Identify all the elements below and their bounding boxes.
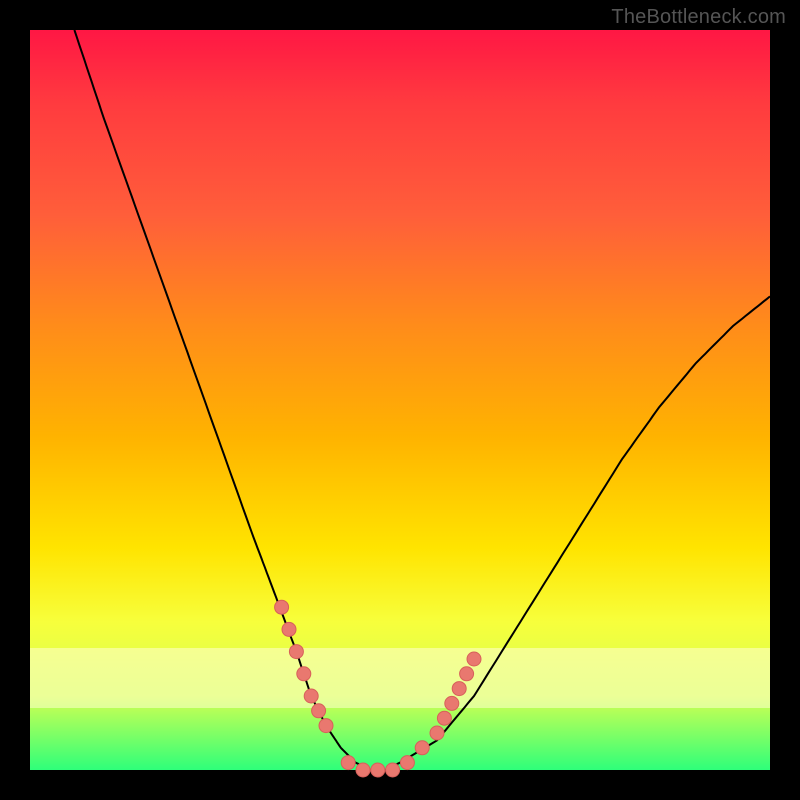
data-marker [467,652,481,666]
data-marker [437,711,451,725]
data-marker [371,763,385,777]
data-marker [319,719,333,733]
data-marker [304,689,318,703]
data-marker [460,667,474,681]
data-marker [415,741,429,755]
data-marker [356,763,370,777]
marker-group [275,600,481,777]
data-marker [297,667,311,681]
bottleneck-curve [74,30,770,770]
curve-layer [30,30,770,770]
data-marker [341,756,355,770]
chart-stage: TheBottleneck.com [0,0,800,800]
data-marker [275,600,289,614]
data-marker [400,756,414,770]
data-marker [312,704,326,718]
plot-area [30,30,770,770]
data-marker [289,645,303,659]
data-marker [430,726,444,740]
watermark-text: TheBottleneck.com [611,6,786,29]
data-marker [452,682,466,696]
data-marker [282,622,296,636]
data-marker [386,763,400,777]
data-marker [445,696,459,710]
